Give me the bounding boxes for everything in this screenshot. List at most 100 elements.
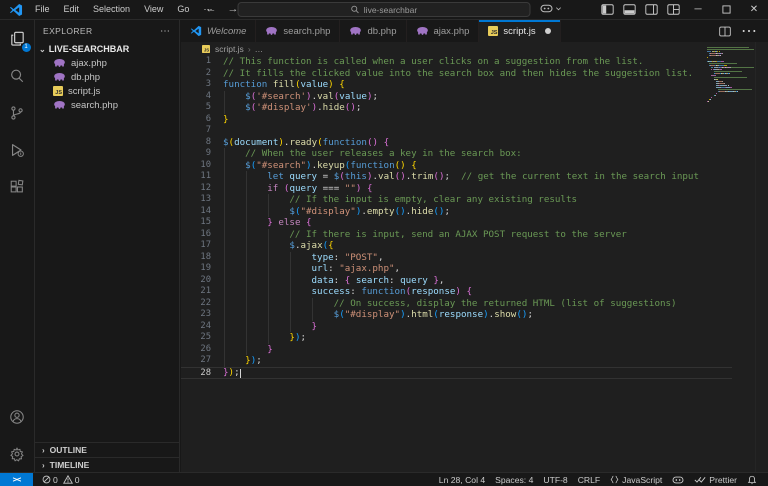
code-line[interactable]: 10 $("#search").keyup(function() { xyxy=(181,160,732,172)
code-line[interactable]: 6} xyxy=(181,114,732,126)
code-line[interactable]: 24 } xyxy=(181,321,732,333)
code-line[interactable]: 19 url: "ajax.php", xyxy=(181,263,732,275)
status-copilot[interactable] xyxy=(667,473,689,486)
toggle-secondary-sidebar-icon[interactable] xyxy=(640,0,662,19)
status-language-mode[interactable]: JavaScript xyxy=(605,473,667,486)
line-number[interactable]: 15 xyxy=(181,217,211,229)
explorer-actions-icon[interactable]: ⋯ xyxy=(160,26,171,37)
line-number[interactable]: 4 xyxy=(181,91,211,103)
file-item-script.js[interactable]: JSscript.js xyxy=(35,84,179,98)
code-line[interactable]: 18 type: "POST", xyxy=(181,252,732,264)
line-number[interactable]: 24 xyxy=(181,321,211,333)
code-line[interactable]: 17 $.ajax({ xyxy=(181,240,732,252)
activity-extensions[interactable] xyxy=(0,168,35,205)
line-number[interactable]: 26 xyxy=(181,344,211,356)
line-number[interactable]: 27 xyxy=(181,355,211,367)
code-line[interactable]: 3function fill(value) { xyxy=(181,79,732,91)
line-number[interactable]: 23 xyxy=(181,309,211,321)
code-line[interactable]: 13 // If the input is empty, clear any e… xyxy=(181,194,732,206)
section-timeline[interactable]: ›TIMELINE xyxy=(35,457,179,472)
line-number[interactable]: 8 xyxy=(181,137,211,149)
line-number[interactable]: 7 xyxy=(181,125,211,137)
line-number[interactable]: 6 xyxy=(181,114,211,126)
code-line[interactable]: 11 let query = $(this).val().trim(); // … xyxy=(181,171,732,183)
split-editor-icon[interactable] xyxy=(719,26,731,37)
menu-go[interactable]: Go xyxy=(170,0,196,19)
more-actions-icon[interactable]: ⋯ xyxy=(741,21,758,41)
status-cursor-position[interactable]: Ln 28, Col 4 xyxy=(434,473,490,486)
code-line[interactable]: 23 $("#display").html(response).show(); xyxy=(181,309,732,321)
problems-indicator[interactable]: 0 0 xyxy=(37,473,85,486)
code-line[interactable]: 2// It fills the clicked value into the … xyxy=(181,68,732,80)
line-number[interactable]: 10 xyxy=(181,160,211,172)
customize-layout-icon[interactable] xyxy=(662,0,684,19)
activity-run-debug[interactable] xyxy=(0,131,35,168)
activity-source-control[interactable] xyxy=(0,94,35,131)
line-number[interactable]: 12 xyxy=(181,183,211,195)
line-number[interactable]: 21 xyxy=(181,286,211,298)
section-outline[interactable]: ›OUTLINE xyxy=(35,442,179,457)
code-line[interactable]: 21 success: function(response) { xyxy=(181,286,732,298)
activity-search[interactable] xyxy=(0,57,35,94)
activity-settings[interactable] xyxy=(0,435,35,472)
menu-view[interactable]: View xyxy=(137,0,170,19)
activity-explorer[interactable]: 1 xyxy=(0,20,35,57)
line-number[interactable]: 18 xyxy=(181,252,211,264)
line-number[interactable]: 11 xyxy=(181,171,211,183)
line-number[interactable]: 5 xyxy=(181,102,211,114)
tab-db.php[interactable]: db.php xyxy=(340,20,406,42)
folder-root[interactable]: ⌄ LIVE-SEARCHBAR xyxy=(35,42,179,56)
line-number[interactable]: 2 xyxy=(181,68,211,80)
code-editor[interactable]: 1// This function is called when a user … xyxy=(181,56,768,472)
line-number[interactable]: 17 xyxy=(181,240,211,252)
status-formatter[interactable]: Prettier xyxy=(689,473,742,486)
minimap[interactable] xyxy=(707,47,755,103)
line-number[interactable]: 20 xyxy=(181,275,211,287)
line-number[interactable]: 1 xyxy=(181,56,211,68)
remote-indicator[interactable]: >< xyxy=(0,473,33,486)
code-line[interactable]: 26 } xyxy=(181,344,732,356)
minimize-button[interactable]: ─ xyxy=(684,0,712,19)
code-line[interactable]: 5 $('#display').hide(); xyxy=(181,102,732,114)
line-number[interactable]: 13 xyxy=(181,194,211,206)
code-line[interactable]: 4 $('#search').val(value); xyxy=(181,91,732,103)
code-line[interactable]: 25 }); xyxy=(181,332,732,344)
back-button[interactable]: ← xyxy=(202,0,220,19)
code-line[interactable]: 27 }); xyxy=(181,355,732,367)
code-line[interactable]: 14 $("#display").empty().hide(); xyxy=(181,206,732,218)
maximize-button[interactable] xyxy=(712,0,740,19)
status-encoding[interactable]: UTF-8 xyxy=(538,473,572,486)
code-line[interactable]: 15 } else { xyxy=(181,217,732,229)
line-number[interactable]: 22 xyxy=(181,298,211,310)
line-number[interactable]: 25 xyxy=(181,332,211,344)
menu-edit[interactable]: Edit xyxy=(57,0,87,19)
status-indentation[interactable]: Spaces: 4 xyxy=(490,473,538,486)
tab-script.js[interactable]: JSscript.js xyxy=(479,20,560,42)
copilot-menu[interactable] xyxy=(540,3,562,14)
code-line[interactable]: 20 data: { search: query }, xyxy=(181,275,732,287)
toggle-sidebar-icon[interactable] xyxy=(596,0,618,19)
toggle-panel-icon[interactable] xyxy=(618,0,640,19)
line-number[interactable]: 16 xyxy=(181,229,211,241)
tab-search.php[interactable]: search.php xyxy=(256,20,340,42)
code-line[interactable]: 22 // On success, display the returned H… xyxy=(181,298,732,310)
code-line[interactable]: 7 xyxy=(181,125,732,137)
tab-ajax.php[interactable]: ajax.php xyxy=(407,20,480,42)
line-number[interactable]: 14 xyxy=(181,206,211,218)
code-line[interactable]: 28}); xyxy=(181,367,732,380)
activity-accounts[interactable] xyxy=(0,398,35,435)
editor-scrollbar[interactable] xyxy=(755,42,768,472)
line-number[interactable]: 3 xyxy=(181,79,211,91)
status-eol[interactable]: CRLF xyxy=(573,473,605,486)
file-item-ajax.php[interactable]: ajax.php xyxy=(35,56,179,70)
file-item-db.php[interactable]: db.php xyxy=(35,70,179,84)
code-line[interactable]: 9 // When the user releases a key in the… xyxy=(181,148,732,160)
breadcrumb[interactable]: JS script.js › … xyxy=(181,42,768,56)
menu-file[interactable]: File xyxy=(28,0,57,19)
status-notifications[interactable] xyxy=(742,473,762,486)
code-line[interactable]: 1// This function is called when a user … xyxy=(181,56,732,68)
tab-Welcome[interactable]: Welcome xyxy=(181,20,256,42)
code-line[interactable]: 16 // If there is input, send an AJAX PO… xyxy=(181,229,732,241)
line-number[interactable]: 28 xyxy=(181,368,211,379)
line-number[interactable]: 19 xyxy=(181,263,211,275)
